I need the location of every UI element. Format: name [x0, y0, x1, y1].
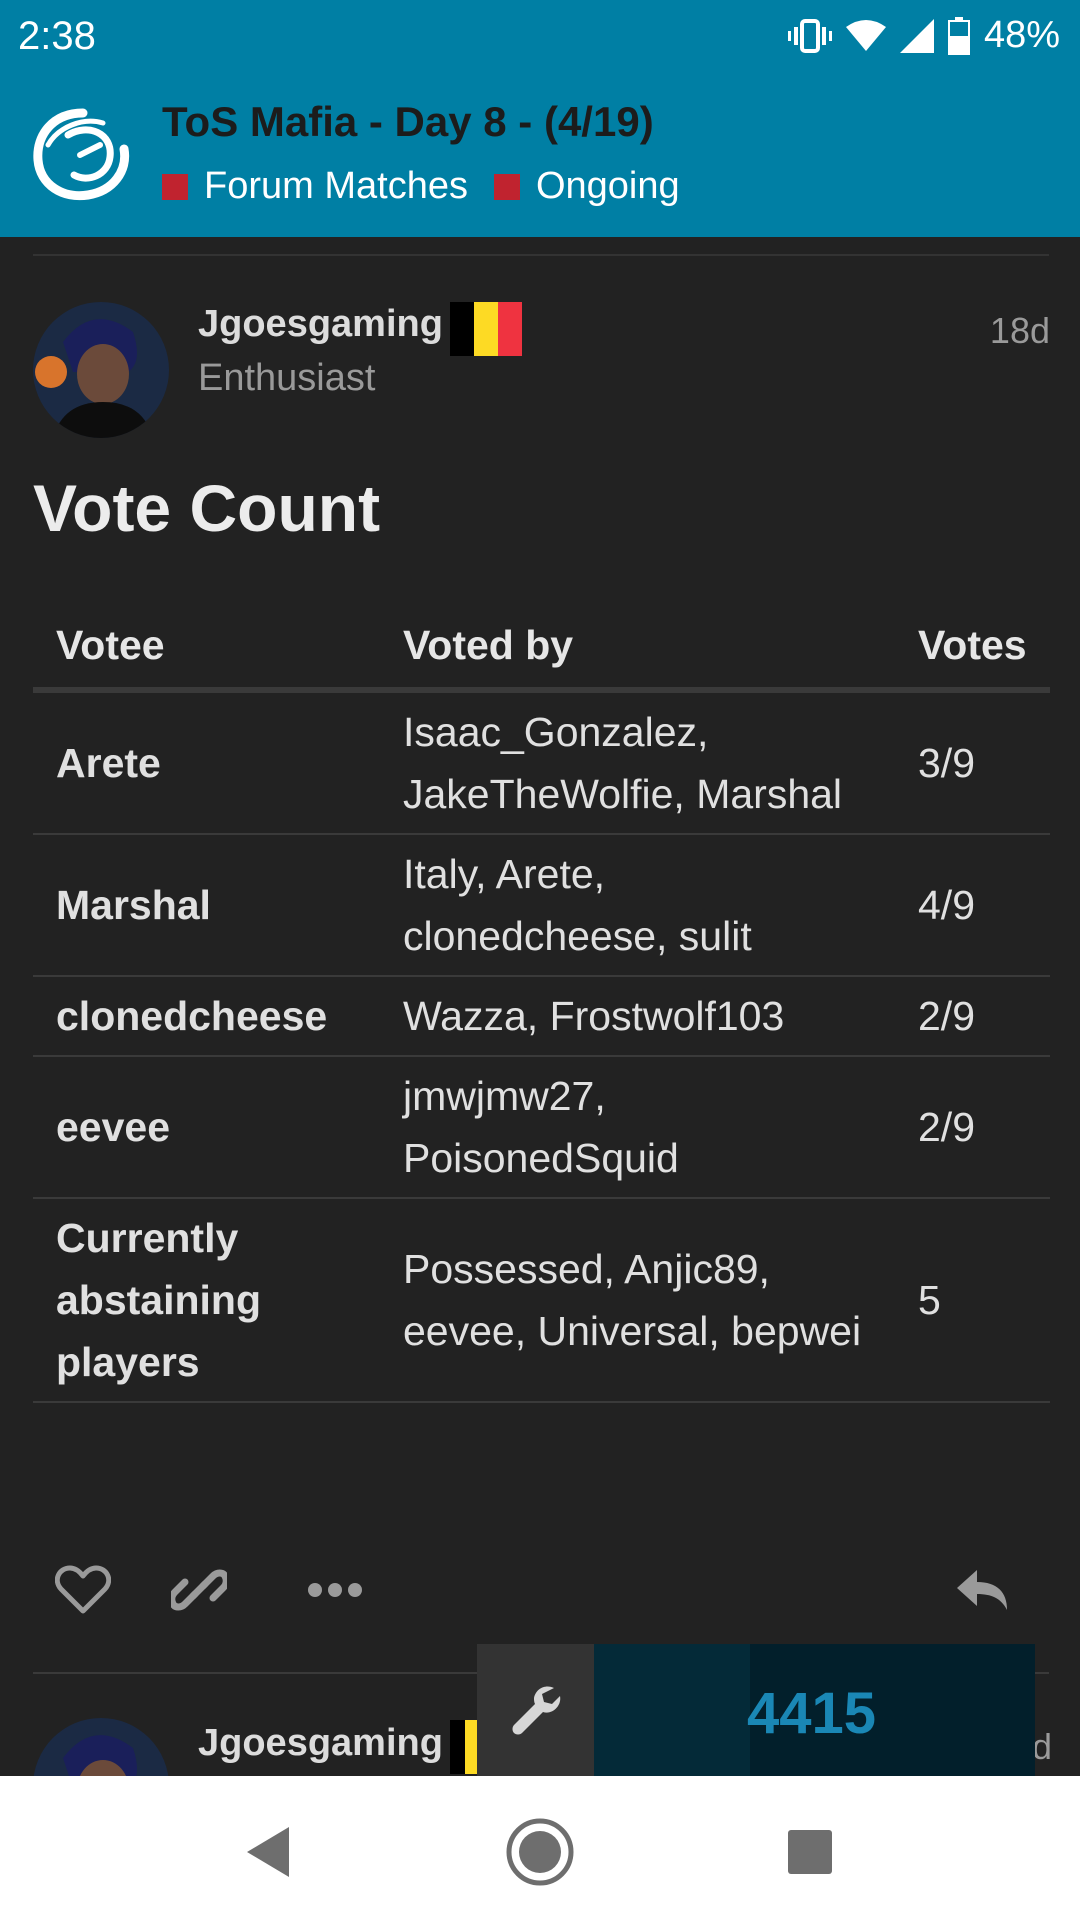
reply-icon[interactable]: [948, 1555, 1018, 1625]
topic-header: ToS Mafia - Day 8 - (4/19) Forum Matches…: [0, 75, 1080, 237]
voted-by-cell: Possessed, Anjic89, eevee, Universal, be…: [380, 1198, 895, 1403]
voted-by-cell: Wazza, Frostwolf103: [380, 976, 895, 1057]
post-divider: [33, 254, 1049, 256]
signal-icon: [899, 18, 934, 53]
widget-progress-fill: [594, 1644, 750, 1776]
wifi-icon: [845, 19, 886, 53]
post-heading: Vote Count: [33, 471, 381, 545]
post-date[interactable]: 18d: [990, 310, 1050, 352]
belgium-flag-icon: [450, 1720, 480, 1774]
table-row: Marshal Italy, Arete, clonedcheese, suli…: [33, 834, 1050, 977]
votes-cell: 5: [895, 1198, 1050, 1403]
category-ongoing[interactable]: Ongoing: [493, 165, 680, 208]
category-label: Ongoing: [535, 165, 680, 207]
next-post-date[interactable]: d: [1032, 1726, 1052, 1768]
voted-by-cell: Italy, Arete, clonedcheese, sulit: [380, 834, 895, 977]
voted-by-cell: jmwjmw27, PoisonedSquid: [380, 1056, 895, 1199]
site-logo-icon[interactable]: [28, 105, 138, 205]
widget-counter: 4415: [747, 1681, 877, 1746]
votee-cell: Arete: [33, 690, 380, 835]
votes-cell: 2/9: [895, 976, 1050, 1057]
column-header-votee: Votee: [33, 610, 380, 693]
votes-cell: 4/9: [895, 834, 1050, 977]
vibrate-icon: [787, 18, 832, 53]
wrench-icon[interactable]: [477, 1644, 594, 1776]
next-post-username[interactable]: Jgoesgaming: [198, 1722, 443, 1765]
heart-icon[interactable]: [48, 1555, 118, 1625]
votee-cell: Currently abstaining players: [33, 1198, 380, 1403]
more-icon[interactable]: [300, 1555, 370, 1625]
table-row: eevee jmwjmw27, PoisonedSquid 2/9: [33, 1056, 1050, 1199]
votes-cell: 2/9: [895, 1056, 1050, 1199]
avatar[interactable]: [33, 302, 169, 438]
category-color-square: [162, 173, 188, 200]
topic-title[interactable]: ToS Mafia - Day 8 - (4/19): [162, 98, 654, 146]
votee-cell: Marshal: [33, 834, 380, 977]
back-icon[interactable]: [228, 1812, 308, 1892]
category-color-square: [493, 173, 520, 200]
user-title: Enthusiast: [198, 357, 376, 399]
post-username[interactable]: Jgoesgaming: [198, 303, 443, 346]
link-icon[interactable]: [164, 1555, 234, 1625]
floating-widget[interactable]: 4415: [477, 1644, 1035, 1776]
column-header-votes: Votes: [895, 610, 1050, 693]
category-label: Forum Matches: [204, 165, 468, 207]
recents-icon[interactable]: [770, 1812, 850, 1892]
table-row: Currently abstaining players Possessed, …: [33, 1198, 1050, 1403]
category-forum-matches[interactable]: Forum Matches: [162, 165, 468, 208]
status-icons: 48%: [787, 14, 1060, 57]
table-row: clonedcheese Wazza, Frostwolf103 2/9: [33, 976, 1050, 1057]
battery-percent: 48%: [983, 14, 1060, 56]
votee-cell: clonedcheese: [33, 976, 380, 1057]
status-time: 2:38: [18, 14, 96, 58]
post-actions: [0, 1555, 1080, 1630]
vote-count-table: Votee Voted by Votes Arete Isaac_Gonzale…: [33, 610, 1050, 1403]
votee-cell: eevee: [33, 1056, 380, 1199]
status-bar: 2:38 48%: [0, 0, 1080, 75]
navigation-bar: [0, 1776, 1080, 1920]
table-row: Arete Isaac_Gonzalez, JakeTheWolfie, Mar…: [33, 690, 1050, 835]
voted-by-cell: Isaac_Gonzalez, JakeTheWolfie, Marshal: [380, 690, 895, 835]
home-icon[interactable]: [500, 1812, 580, 1892]
battery-icon: [947, 16, 970, 55]
column-header-voted-by: Voted by: [380, 610, 895, 693]
category-list: Forum Matches Ongoing: [162, 165, 706, 208]
votes-cell: 3/9: [895, 690, 1050, 835]
table-header-row: Votee Voted by Votes: [33, 610, 1050, 693]
belgium-flag-icon: [450, 302, 522, 356]
